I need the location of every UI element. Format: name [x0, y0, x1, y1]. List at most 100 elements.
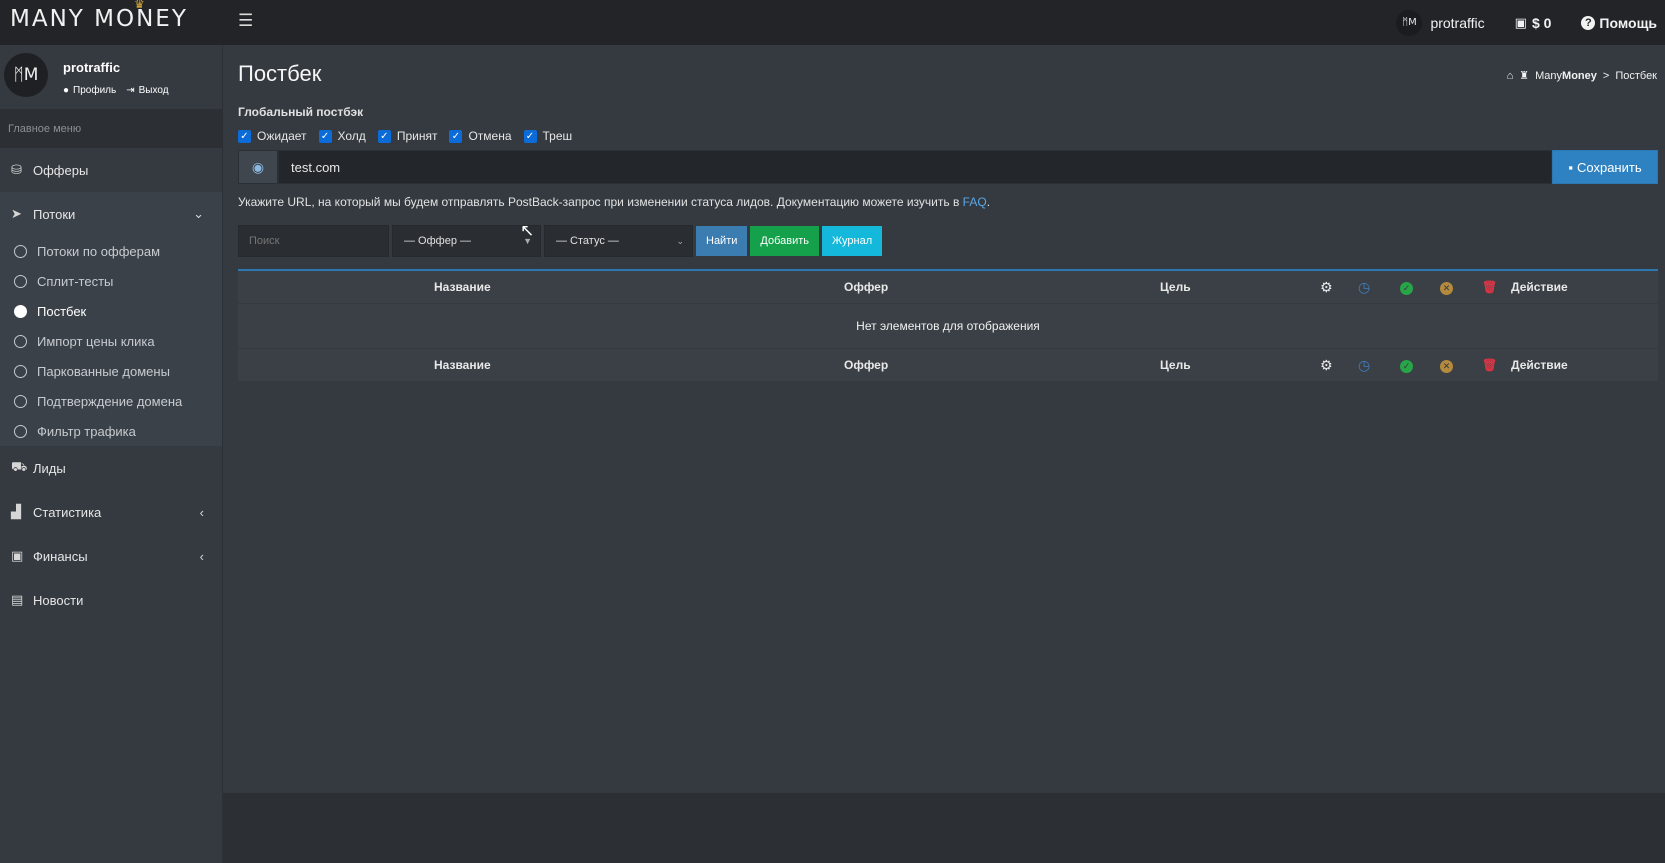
- faq-link[interactable]: FAQ: [963, 195, 987, 209]
- checkbox-label: Треш: [542, 129, 573, 143]
- profile-link[interactable]: ● Профиль: [63, 85, 116, 96]
- sidebar-item-label: Офферы: [33, 162, 89, 178]
- save-button-label: Сохранить: [1577, 159, 1642, 175]
- checkbox-label: Холд: [337, 129, 366, 143]
- profile-link-label: Профиль: [73, 85, 117, 96]
- sidebar-subitem-postback[interactable]: Постбек: [0, 296, 222, 326]
- add-button[interactable]: Добавить: [750, 226, 820, 256]
- sidebar-item-label: Лиды: [33, 460, 66, 476]
- money-icon: ▣: [1514, 14, 1527, 30]
- mouse-cursor-icon: ↖: [520, 221, 535, 240]
- empty-message: Нет элементов для отображения: [238, 303, 1658, 349]
- breadcrumb-brand-prefix: Many: [1535, 69, 1563, 82]
- offer-select[interactable]: — Оффер — ▼: [392, 225, 541, 257]
- find-button[interactable]: Найти: [696, 226, 748, 256]
- sidebar-item-offers[interactable]: ⛁ Офферы: [0, 148, 222, 192]
- trash-icon: 🗑: [1482, 358, 1498, 372]
- checkbox-trash[interactable]: ✓ Треш: [523, 129, 573, 143]
- clock-icon: ◷: [1358, 356, 1371, 373]
- breadcrumb-current: Постбек: [1615, 69, 1657, 82]
- circle-icon: [14, 304, 27, 318]
- circle-icon: [14, 334, 27, 348]
- sidebar-item-label: Новости: [33, 592, 84, 608]
- chevron-left-icon: ‹: [199, 504, 204, 520]
- postback-url-input[interactable]: [278, 150, 1552, 184]
- user-icon: ●: [63, 85, 70, 96]
- check-circle-icon: ✓: [1400, 280, 1413, 295]
- sidebar-subitem-split-tests[interactable]: Сплит-тесты: [0, 266, 222, 296]
- brand-logo[interactable]: MANY MONEY ♛: [10, 0, 188, 32]
- breadcrumb-brand-bold: Money: [1562, 69, 1597, 82]
- clock-icon: ◷: [1358, 278, 1371, 295]
- newspaper-icon: ▤: [11, 592, 24, 607]
- checkbox-pending[interactable]: ✓ Ожидает: [238, 129, 307, 143]
- help-label: Помощь: [1599, 14, 1657, 31]
- column-offer-footer[interactable]: Оффер: [844, 358, 888, 372]
- status-select[interactable]: — Статус — ⌄: [544, 225, 693, 257]
- money-bag-icon: ♜: [1519, 70, 1530, 82]
- times-circle-icon: ✕: [1440, 280, 1453, 295]
- column-name-header[interactable]: Название: [434, 280, 491, 294]
- user-name: protraffic: [1430, 14, 1485, 31]
- globe-icon: ◉: [238, 150, 278, 184]
- avatar: ᛗM: [1396, 9, 1423, 36]
- logout-link[interactable]: ⇥ Выход: [126, 85, 168, 96]
- balance-value: $ 0: [1531, 14, 1552, 31]
- column-offer-header[interactable]: Оффер: [844, 280, 888, 294]
- chart-area-icon: ▟: [11, 504, 21, 519]
- check-icon: ✓: [238, 129, 251, 143]
- home-icon[interactable]: ⌂: [1507, 70, 1514, 82]
- sidebar-item-statistics[interactable]: ▟ Статистика ‹: [0, 490, 222, 534]
- user-menu[interactable]: ᛗM protraffic: [1396, 9, 1485, 36]
- streams-submenu: Потоки по офферам Сплит-тесты Постбек Им…: [0, 236, 222, 446]
- sidebar-subitem-domain-verification[interactable]: Подтверждение домена: [0, 386, 222, 416]
- column-goal-footer[interactable]: Цель: [1160, 358, 1191, 372]
- sidebar-subitem-parked-domains[interactable]: Паркованные домены: [0, 356, 222, 386]
- question-icon: ?: [1581, 15, 1596, 30]
- top-navbar: MANY MONEY ♛ ☰ ᛗM protraffic ▣ $ 0 ? Пом…: [0, 0, 1665, 45]
- subitem-label: Фильтр трафика: [37, 423, 136, 439]
- checkbox-label: Принят: [396, 129, 438, 143]
- checkbox-accepted[interactable]: ✓ Принят: [377, 129, 438, 143]
- main-content: Постбек ⌂ ♜ ManyMoney > Постбек Глобальн…: [223, 45, 1665, 863]
- trash-icon: 🗑: [1482, 280, 1498, 294]
- help-link[interactable]: ? Помощь: [1581, 15, 1657, 31]
- sidebar-item-finances[interactable]: ▣ Финансы ‹: [0, 534, 222, 578]
- breadcrumb: ⌂ ♜ ManyMoney > Постбек: [1507, 69, 1657, 83]
- sidebar-subitem-offer-streams[interactable]: Потоки по офферам: [0, 236, 222, 266]
- search-input[interactable]: [238, 225, 389, 257]
- sidebar-item-news[interactable]: ▤ Новости: [0, 578, 222, 622]
- journal-button[interactable]: Журнал: [822, 226, 883, 256]
- postback-hint: Укажите URL, на который мы будем отправл…: [238, 195, 990, 209]
- table-header: Название Оффер Цель ⚙ ◷ ✓ ✕ 🗑 Действие: [238, 271, 1658, 303]
- checkbox-hold[interactable]: ✓ Холд: [318, 129, 366, 143]
- check-icon: ✓: [523, 129, 537, 143]
- column-goal-header[interactable]: Цель: [1160, 280, 1191, 294]
- sidebar-user-name: protraffic: [63, 60, 121, 75]
- postback-table: Название Оффер Цель ⚙ ◷ ✓ ✕ 🗑 Действие Н…: [238, 269, 1658, 381]
- balance-link[interactable]: ▣ $ 0: [1515, 15, 1552, 31]
- checkbox-cancelled[interactable]: ✓ Отмена: [449, 129, 512, 143]
- sidebar-item-streams[interactable]: ➤ Потоки ⌄: [0, 192, 222, 236]
- subitem-label: Подтверждение домена: [37, 393, 183, 409]
- crown-icon: ♛: [134, 0, 147, 11]
- floppy-disk-icon: ▪: [1568, 159, 1573, 175]
- breadcrumb-brand[interactable]: ManyMoney: [1535, 70, 1597, 82]
- sidebar-subitem-click-price-import[interactable]: Импорт цены клика: [0, 326, 222, 356]
- sidebar-item-leads[interactable]: ⛟ Лиды: [0, 446, 222, 490]
- save-button[interactable]: ▪ Сохранить: [1552, 150, 1658, 184]
- circle-icon: [14, 364, 27, 378]
- breadcrumb-separator: >: [1602, 69, 1610, 82]
- circle-icon: [14, 394, 27, 408]
- hint-text: Укажите URL, на который мы будем отправл…: [238, 195, 963, 209]
- cart-icon: ⛟: [11, 459, 28, 474]
- check-icon: ✓: [449, 129, 463, 143]
- sidebar-item-label: Финансы: [33, 548, 88, 564]
- chevron-down-icon: ⌄: [676, 235, 684, 246]
- hint-end: .: [986, 195, 991, 209]
- check-icon: ✓: [318, 129, 332, 143]
- check-icon: ✓: [377, 129, 391, 143]
- column-name-footer[interactable]: Название: [434, 358, 491, 372]
- hamburger-menu-icon[interactable]: ☰: [238, 12, 253, 29]
- sidebar-subitem-traffic-filter[interactable]: Фильтр трафика: [0, 416, 222, 446]
